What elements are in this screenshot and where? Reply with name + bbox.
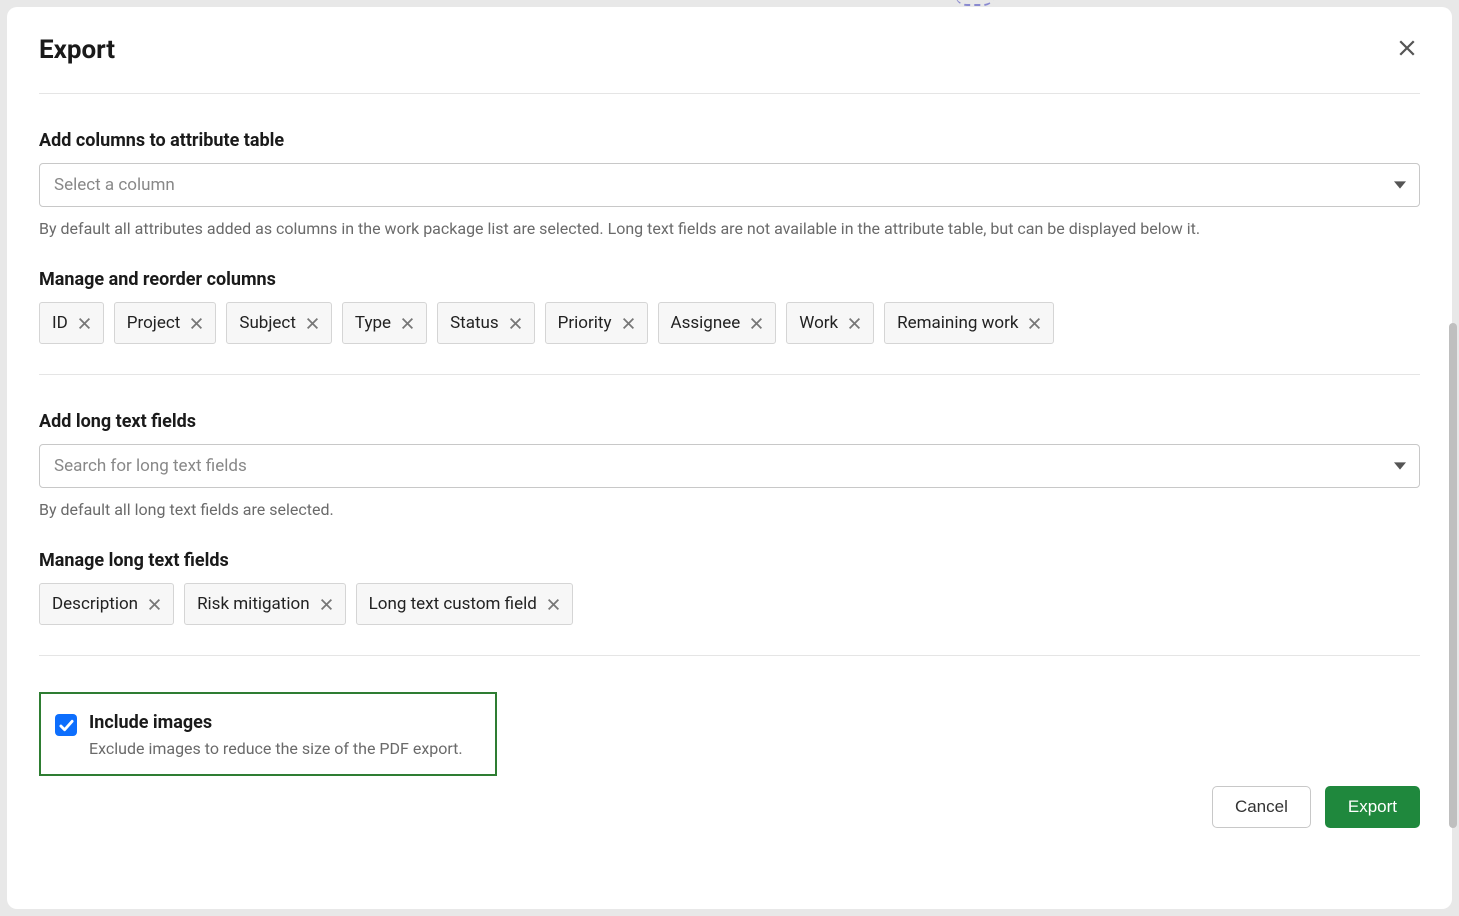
column-chip-label: Type <box>355 313 391 333</box>
include-images-highlight: Include images Exclude images to reduce … <box>39 692 497 776</box>
column-chip-remove[interactable] <box>622 317 635 330</box>
column-chip[interactable]: Priority <box>545 302 648 344</box>
add-columns-hint: By default all attributes added as colum… <box>39 217 1420 241</box>
close-icon <box>750 317 763 330</box>
column-chip[interactable]: Assignee <box>658 302 777 344</box>
column-chip[interactable]: Remaining work <box>884 302 1054 344</box>
column-chip[interactable]: Work <box>786 302 874 344</box>
longtext-chip[interactable]: Description <box>39 583 174 625</box>
manage-longtext-chip-row: Description Risk mitigation Long text cust… <box>39 583 1420 625</box>
close-icon <box>78 317 91 330</box>
column-chip-label: Remaining work <box>897 313 1018 333</box>
scrollbar-track[interactable] <box>1447 7 1459 909</box>
column-chip[interactable]: ID <box>39 302 104 344</box>
include-images-hint: Exclude images to reduce the size of the… <box>89 739 463 758</box>
longtext-chip[interactable]: Risk mitigation <box>184 583 346 625</box>
modal-footer: Cancel Export <box>39 786 1420 828</box>
section-divider <box>39 655 1420 656</box>
close-icon <box>320 598 333 611</box>
column-chip-remove[interactable] <box>306 317 319 330</box>
export-button[interactable]: Export <box>1325 786 1420 828</box>
column-chip-remove[interactable] <box>848 317 861 330</box>
column-chip[interactable]: Status <box>437 302 535 344</box>
close-icon <box>547 598 560 611</box>
close-icon <box>848 317 861 330</box>
close-icon <box>190 317 203 330</box>
cancel-button[interactable]: Cancel <box>1212 786 1311 828</box>
scrollbar-thumb[interactable] <box>1449 323 1457 828</box>
close-icon <box>1398 39 1416 57</box>
longtext-chip-label: Description <box>52 594 138 614</box>
close-button[interactable] <box>1394 35 1420 61</box>
section-divider <box>39 374 1420 375</box>
column-chip-label: Project <box>127 313 181 333</box>
check-icon <box>59 718 74 733</box>
close-icon <box>509 317 522 330</box>
longtext-chip-remove[interactable] <box>320 598 333 611</box>
column-chip-remove[interactable] <box>190 317 203 330</box>
add-columns-select[interactable]: Select a column <box>39 163 1420 207</box>
add-longtext-placeholder: Search for long text fields <box>54 456 247 476</box>
manage-columns-chip-row: ID Project Subject Type Status Priority Assign… <box>39 302 1420 344</box>
column-chip-remove[interactable] <box>1028 317 1041 330</box>
export-modal: Export Add columns to attribute table Se… <box>7 7 1452 909</box>
longtext-chip-remove[interactable] <box>148 598 161 611</box>
close-icon <box>401 317 414 330</box>
add-longtext-select[interactable]: Search for long text fields <box>39 444 1420 488</box>
longtext-chip-remove[interactable] <box>547 598 560 611</box>
column-chip-label: Work <box>799 313 838 333</box>
manage-columns-label: Manage and reorder columns <box>39 269 1420 290</box>
add-longtext-label: Add long text fields <box>39 411 1420 432</box>
close-icon <box>148 598 161 611</box>
add-longtext-hint: By default all long text fields are sele… <box>39 498 1420 522</box>
column-chip-label: Assignee <box>671 313 741 333</box>
decorative-dashed-arc <box>955 0 995 6</box>
column-chip-label: ID <box>52 313 68 333</box>
include-images-label: Include images <box>89 712 481 733</box>
add-columns-placeholder: Select a column <box>54 175 175 195</box>
column-chip[interactable]: Subject <box>226 302 332 344</box>
longtext-chip-label: Risk mitigation <box>197 594 310 614</box>
column-chip[interactable]: Project <box>114 302 217 344</box>
column-chip-label: Status <box>450 313 499 333</box>
include-images-checkbox[interactable] <box>55 714 77 736</box>
column-chip-remove[interactable] <box>750 317 763 330</box>
column-chip-remove[interactable] <box>509 317 522 330</box>
column-chip-label: Priority <box>558 313 612 333</box>
close-icon <box>306 317 319 330</box>
longtext-chip-label: Long text custom field <box>369 594 537 614</box>
column-chip-remove[interactable] <box>401 317 414 330</box>
column-chip-label: Subject <box>239 313 296 333</box>
longtext-chip[interactable]: Long text custom field <box>356 583 573 625</box>
column-chip-remove[interactable] <box>78 317 91 330</box>
column-chip[interactable]: Type <box>342 302 427 344</box>
close-icon <box>622 317 635 330</box>
close-icon <box>1028 317 1041 330</box>
manage-longtext-label: Manage long text fields <box>39 550 1420 571</box>
add-columns-label: Add columns to attribute table <box>39 130 1420 151</box>
modal-title: Export <box>39 35 115 65</box>
modal-header: Export <box>39 35 1420 94</box>
